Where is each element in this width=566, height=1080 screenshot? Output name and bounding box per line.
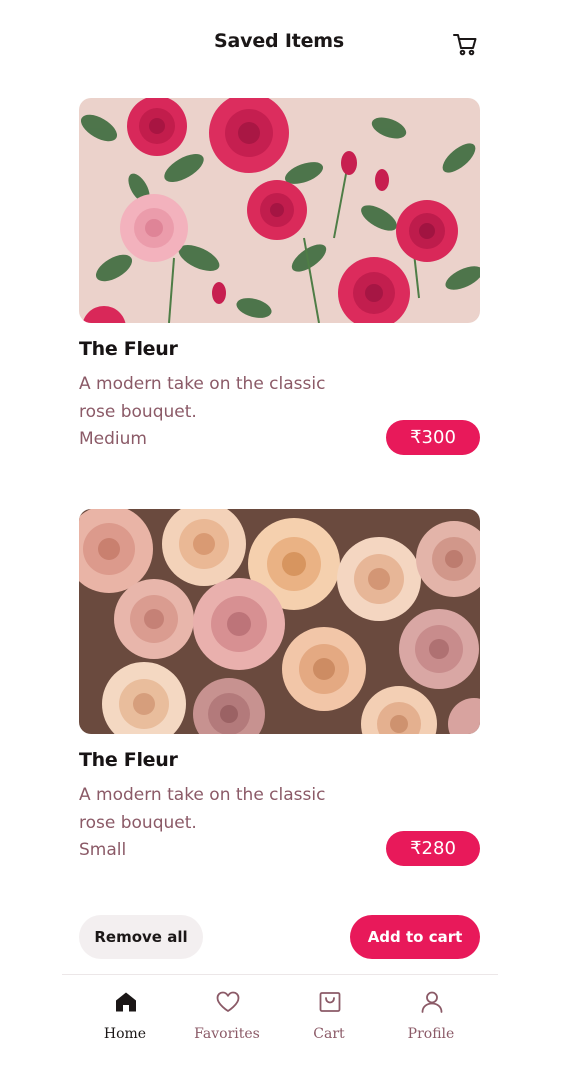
nav-label-cart: Cart xyxy=(313,1026,345,1042)
item-description: A modern take on the classic rose bouque… xyxy=(79,374,326,422)
item-description: A modern take on the classic rose bouque… xyxy=(79,785,326,833)
nav-label-profile: Profile xyxy=(407,1026,455,1042)
saved-item-card[interactable]: The Fleur A modern take on the classic r… xyxy=(79,98,480,455)
add-to-cart-button[interactable]: Add to cart xyxy=(350,915,480,959)
bag-icon xyxy=(319,992,341,1012)
nav-item-cart[interactable]: Cart xyxy=(279,975,379,1055)
item-title: The Fleur xyxy=(79,749,178,771)
heart-icon xyxy=(216,991,240,1012)
item-size: Small xyxy=(79,840,127,860)
home-icon xyxy=(116,992,136,1012)
nav-label-home: Home xyxy=(103,1026,147,1042)
bottom-navigation: Home Favorites Cart Profile xyxy=(62,974,498,1080)
price-badge[interactable]: ₹300 xyxy=(386,420,480,455)
user-icon xyxy=(421,991,443,1013)
item-size: Medium xyxy=(79,429,147,449)
nav-item-favorites[interactable]: Favorites xyxy=(177,975,277,1055)
app-header: Saved Items xyxy=(0,0,566,90)
product-image-peach-roses xyxy=(79,509,480,734)
item-title: The Fleur xyxy=(79,338,178,360)
cart-icon xyxy=(453,34,477,56)
nav-item-home[interactable]: Home xyxy=(75,975,175,1055)
cart-button[interactable] xyxy=(451,30,479,58)
saved-item-card[interactable]: The Fleur A modern take on the classic r… xyxy=(79,509,480,866)
nav-label-favorites: Favorites xyxy=(194,1026,260,1042)
remove-all-button[interactable]: Remove all xyxy=(79,915,203,959)
nav-item-profile[interactable]: Profile xyxy=(381,975,481,1055)
product-image-red-roses xyxy=(79,98,480,323)
price-badge[interactable]: ₹280 xyxy=(386,831,480,866)
